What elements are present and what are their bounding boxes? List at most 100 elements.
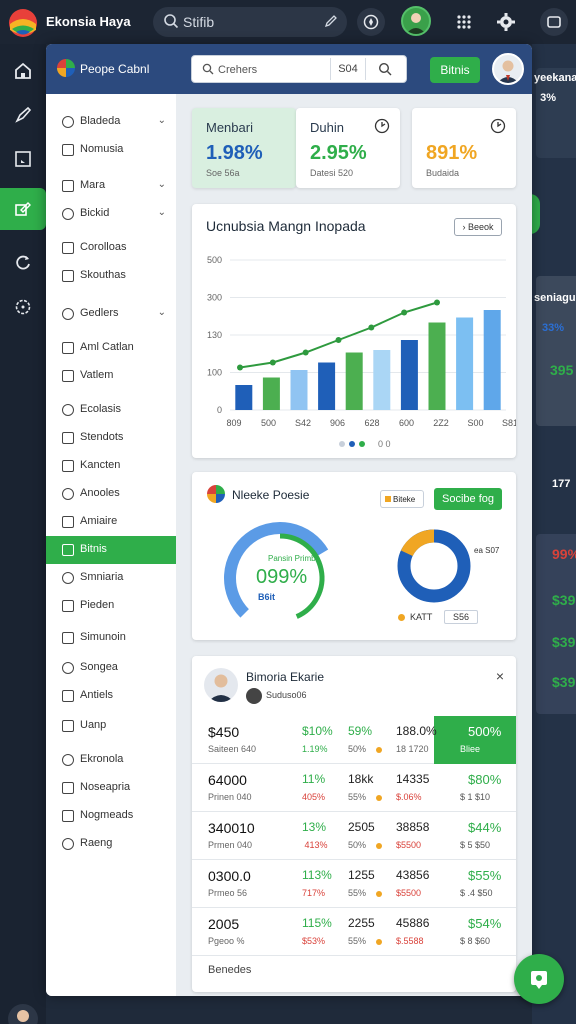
table-row[interactable]: $450 Saiteen 640 $10% 1.19% 59% 50% 188.0% 18 1… (192, 716, 516, 764)
table-row[interactable]: 2005 Pgeoo % 115% $53% 2255 55% 45886 $.5588 $54… (192, 908, 516, 956)
sidebar-item[interactable]: Nogmeads (46, 802, 176, 830)
settings-button[interactable] (492, 8, 520, 36)
x-tick-label: 2Z2 (433, 418, 449, 428)
sidebar-item[interactable]: Vatlem (46, 362, 176, 390)
apps-grid-button[interactable] (450, 8, 478, 36)
table-cell: 717% (302, 888, 326, 898)
window-button[interactable] (540, 8, 568, 36)
kpi-card[interactable]: Menbari 1.98% Soe 56a (192, 108, 296, 188)
sidebar-item[interactable]: Songea (46, 654, 176, 682)
content-area: Menbari 1.98% Soe 56a Duhin 2.95% Datesi… (176, 94, 532, 996)
status-dot-icon (376, 891, 382, 897)
bar[interactable] (262, 377, 280, 411)
sidebar-item[interactable]: Bitnis (46, 536, 176, 564)
bar[interactable] (483, 310, 501, 410)
kpi-card[interactable]: 891% Budaida (412, 108, 516, 188)
sidebar-item[interactable]: Mara ⌄ (46, 172, 176, 200)
table-row[interactable]: 64000 Prinen 040 11% 405% 18kk 55% 14335 $.06% $… (192, 764, 516, 812)
sidebar-item[interactable]: Ecolasis (46, 396, 176, 424)
rail-edit-active[interactable] (0, 188, 46, 230)
menu-item-icon (62, 810, 74, 822)
rail-refresh[interactable] (8, 248, 38, 278)
sidebar-item[interactable]: Stendots (46, 424, 176, 452)
chevron-down-icon: ⌄ (157, 115, 166, 126)
top-search-input[interactable]: Stifib (153, 7, 347, 37)
pager-dot[interactable] (349, 441, 355, 447)
kpi-card[interactable]: Duhin 2.95% Datesi 520 (296, 108, 400, 188)
table-cell: 1.19% (302, 744, 328, 754)
sidebar-item[interactable]: Smniaria (46, 564, 176, 592)
sidebar-item[interactable]: Simunoin (46, 624, 176, 652)
sidebar-item-label: Simunoin (80, 631, 126, 643)
sidebar-item[interactable]: Noseapria (46, 774, 176, 802)
help-fab-button[interactable] (514, 954, 564, 1004)
sidebar-item[interactable]: Ekronola (46, 746, 176, 774)
bar[interactable] (373, 350, 391, 410)
window-icon (547, 16, 561, 28)
table-cell: 59% (348, 724, 373, 738)
table-cell: Prinen 040 (208, 792, 252, 802)
rail-home[interactable] (8, 56, 38, 86)
bar[interactable] (400, 340, 418, 410)
sidebar-item[interactable]: Pieden (46, 592, 176, 620)
bar[interactable] (235, 385, 253, 410)
sidebar-item[interactable]: Antiels (46, 682, 176, 710)
table-cell: 115% (302, 916, 332, 930)
sidebar-item[interactable]: Raeng (46, 830, 176, 858)
table-row[interactable]: 340010 Prmen 040 13% 413% 2505 50% 38858 $5500… (192, 812, 516, 860)
line-point[interactable] (237, 364, 243, 371)
edit-icon[interactable] (323, 13, 339, 29)
line-point[interactable] (335, 337, 342, 343)
table-cell: $ .4 $50 (460, 888, 493, 898)
sidebar-item[interactable]: Bickid ⌄ (46, 200, 176, 228)
sidebar-item[interactable]: Skouthas (46, 262, 176, 290)
search-submit-icon[interactable] (378, 62, 392, 76)
app-logo-icon (9, 9, 37, 37)
sidebar-item[interactable]: Bladeda ⌄ (46, 108, 176, 136)
bar[interactable] (318, 362, 336, 411)
rocket-icon (15, 106, 32, 123)
status-dot-icon (376, 747, 382, 753)
y-tick-label: 500 (207, 255, 222, 265)
menu-item-icon (62, 516, 74, 528)
compass-button[interactable] (357, 8, 385, 36)
rail-avatar[interactable] (8, 1004, 38, 1024)
sidebar-item-label: Mara (80, 179, 106, 191)
bar[interactable] (345, 352, 363, 411)
bar[interactable] (290, 370, 308, 410)
menu-item-icon (62, 144, 74, 156)
sidebar-item[interactable]: Kancten (46, 452, 176, 480)
bar[interactable] (456, 317, 474, 411)
table-cell: 55% (348, 888, 367, 898)
rail-media[interactable] (8, 144, 38, 174)
menu-item-icon (62, 308, 74, 320)
table-row[interactable]: 0300.0 Prmeo 56 113% 717% 1255 55% 43856 $5500 $… (192, 860, 516, 908)
sidebar-item[interactable]: Aml Catlan (46, 334, 176, 362)
pager-dot[interactable] (359, 441, 365, 447)
sidebar-item[interactable]: Nomusia (46, 136, 176, 164)
rail-timer[interactable] (8, 292, 38, 322)
panel-action-button[interactable]: Bitnis (430, 57, 480, 83)
sidebar-item[interactable]: Amiaire (46, 508, 176, 536)
sidebar-item[interactable]: Anooles (46, 480, 176, 508)
bar[interactable] (428, 322, 446, 411)
line-point[interactable] (269, 359, 276, 366)
rail-rocket[interactable] (8, 100, 38, 130)
table-cell: 413% (302, 840, 328, 850)
sidebar-item-label: Nogmeads (80, 809, 134, 821)
sidebar-item[interactable]: Gedlers ⌄ (46, 300, 176, 328)
bg-text: 395 (550, 362, 574, 378)
sidebar-item[interactable]: Corolloas (46, 234, 176, 262)
panel-search-input[interactable]: Crehers S04 (191, 55, 407, 83)
sidebar-item[interactable]: Uanp (46, 712, 176, 740)
line-point[interactable] (434, 299, 440, 306)
line-point[interactable] (401, 309, 408, 316)
close-icon[interactable]: × (496, 668, 504, 684)
bg-text: 177 (552, 478, 571, 490)
user-avatar[interactable] (401, 6, 431, 36)
panel-avatar[interactable] (492, 53, 524, 85)
y-tick-label: 130 (207, 330, 222, 340)
line-point[interactable] (302, 349, 309, 356)
line-point[interactable] (368, 324, 375, 331)
pager-dot[interactable] (339, 441, 345, 447)
